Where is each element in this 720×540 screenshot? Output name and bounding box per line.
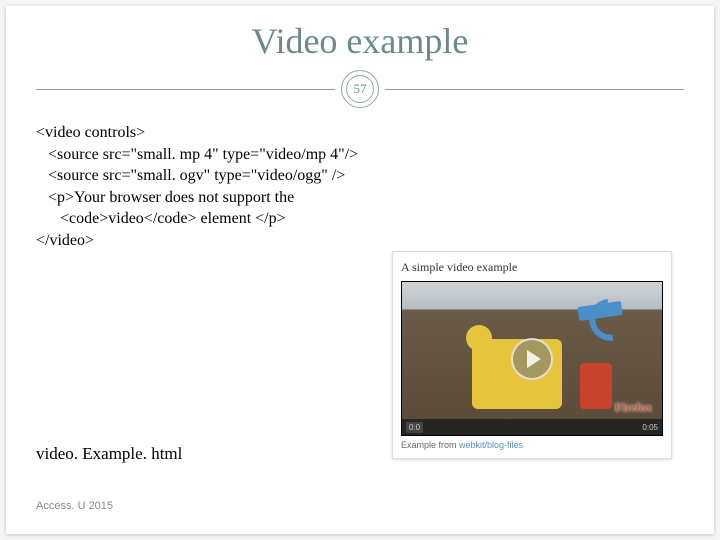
watermark-label: Firefox <box>615 400 652 415</box>
lego-propeller <box>577 301 623 321</box>
slide-number-badge: 57 <box>341 70 379 108</box>
code-line: <code>video</code> element </p> <box>36 208 684 230</box>
code-line: <video controls> <box>36 122 684 144</box>
lego-piece <box>580 363 612 409</box>
divider-left <box>36 89 335 90</box>
code-line: <source src="small. mp 4" type="video/mp… <box>36 144 684 166</box>
code-line: <p>Your browser does not support the <box>36 187 684 209</box>
video-card-title: A simple video example <box>401 260 663 275</box>
video-player[interactable]: Firefox 0:0 0:05 <box>401 281 663 436</box>
conference-label: Access. U 2015 <box>36 500 113 512</box>
filename-label: video. Example. html <box>36 444 182 464</box>
title-divider: 57 <box>6 70 714 108</box>
play-button-icon[interactable] <box>511 338 553 380</box>
slide: Video example 57 <video controls> <sourc… <box>6 6 714 534</box>
code-line: <source src="small. ogv" type="video/ogg… <box>36 165 684 187</box>
divider-right <box>385 89 684 90</box>
footer-link[interactable]: webkit/blog-files <box>459 440 523 450</box>
slide-title: Video example <box>6 6 714 70</box>
slide-number: 57 <box>346 75 374 103</box>
time-start: 0:0 <box>406 422 423 433</box>
time-end: 0:05 <box>642 423 658 432</box>
code-line: </video> <box>36 230 684 252</box>
footer-prefix: Example from <box>401 440 459 450</box>
code-block: <video controls> <source src="small. mp … <box>6 122 714 252</box>
video-controls-bar[interactable]: 0:0 0:05 <box>402 419 662 435</box>
video-card-footer: Example from webkit/blog-files <box>401 440 663 450</box>
video-preview-card: A simple video example Firefox 0:0 0:05 … <box>392 251 672 459</box>
